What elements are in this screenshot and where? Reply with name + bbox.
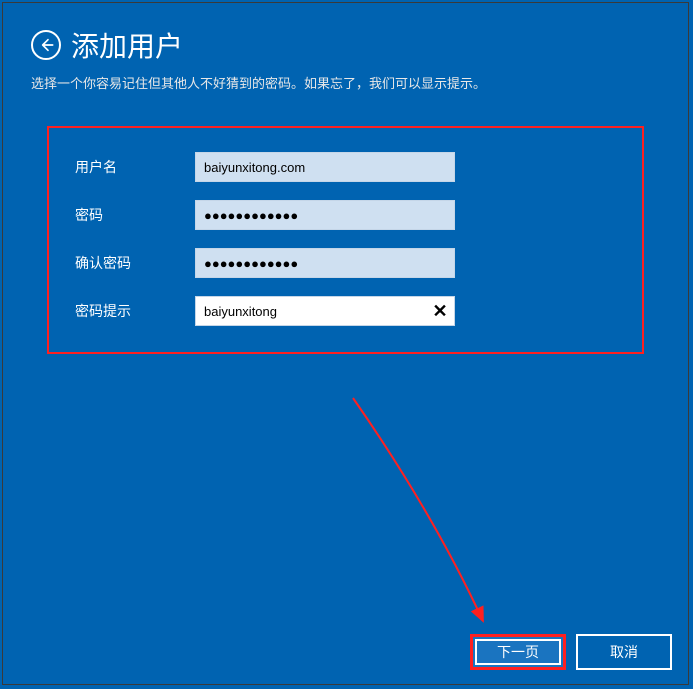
arrow-left-icon — [38, 37, 54, 53]
row-hint: 密码提示 ✕ — [75, 296, 616, 326]
title-row: 添加用户 — [31, 25, 660, 65]
input-wrap-confirm — [195, 248, 455, 278]
cancel-button[interactable]: 取消 — [576, 634, 672, 670]
footer-buttons: 下一页 取消 — [470, 634, 672, 670]
label-hint: 密码提示 — [75, 301, 195, 321]
cancel-button-label: 取消 — [610, 642, 638, 662]
input-wrap-password — [195, 200, 455, 230]
label-username: 用户名 — [75, 157, 195, 177]
label-confirm: 确认密码 — [75, 253, 195, 273]
row-confirm: 确认密码 — [75, 248, 616, 278]
confirm-password-input[interactable] — [195, 248, 455, 278]
back-button[interactable] — [31, 30, 61, 60]
add-user-window: 添加用户 选择一个你容易记住但其他人不好猜到的密码。如果忘了，我们可以显示提示。… — [2, 2, 689, 685]
password-hint-input[interactable] — [195, 296, 455, 326]
header: 添加用户 选择一个你容易记住但其他人不好猜到的密码。如果忘了，我们可以显示提示。 — [3, 3, 688, 102]
input-wrap-hint: ✕ — [195, 296, 455, 326]
username-input[interactable] — [195, 152, 455, 182]
next-button-label: 下一页 — [497, 642, 539, 662]
next-button[interactable]: 下一页 — [470, 634, 566, 670]
close-icon: ✕ — [432, 301, 447, 322]
password-input[interactable] — [195, 200, 455, 230]
page-title: 添加用户 — [71, 25, 183, 65]
row-username: 用户名 — [75, 152, 616, 182]
row-password: 密码 — [75, 200, 616, 230]
label-password: 密码 — [75, 205, 195, 225]
page-subtitle: 选择一个你容易记住但其他人不好猜到的密码。如果忘了，我们可以显示提示。 — [31, 73, 660, 92]
form-area: 用户名 密码 确认密码 密码提示 ✕ — [47, 126, 644, 354]
clear-hint-button[interactable]: ✕ — [425, 296, 455, 326]
input-wrap-username — [195, 152, 455, 182]
